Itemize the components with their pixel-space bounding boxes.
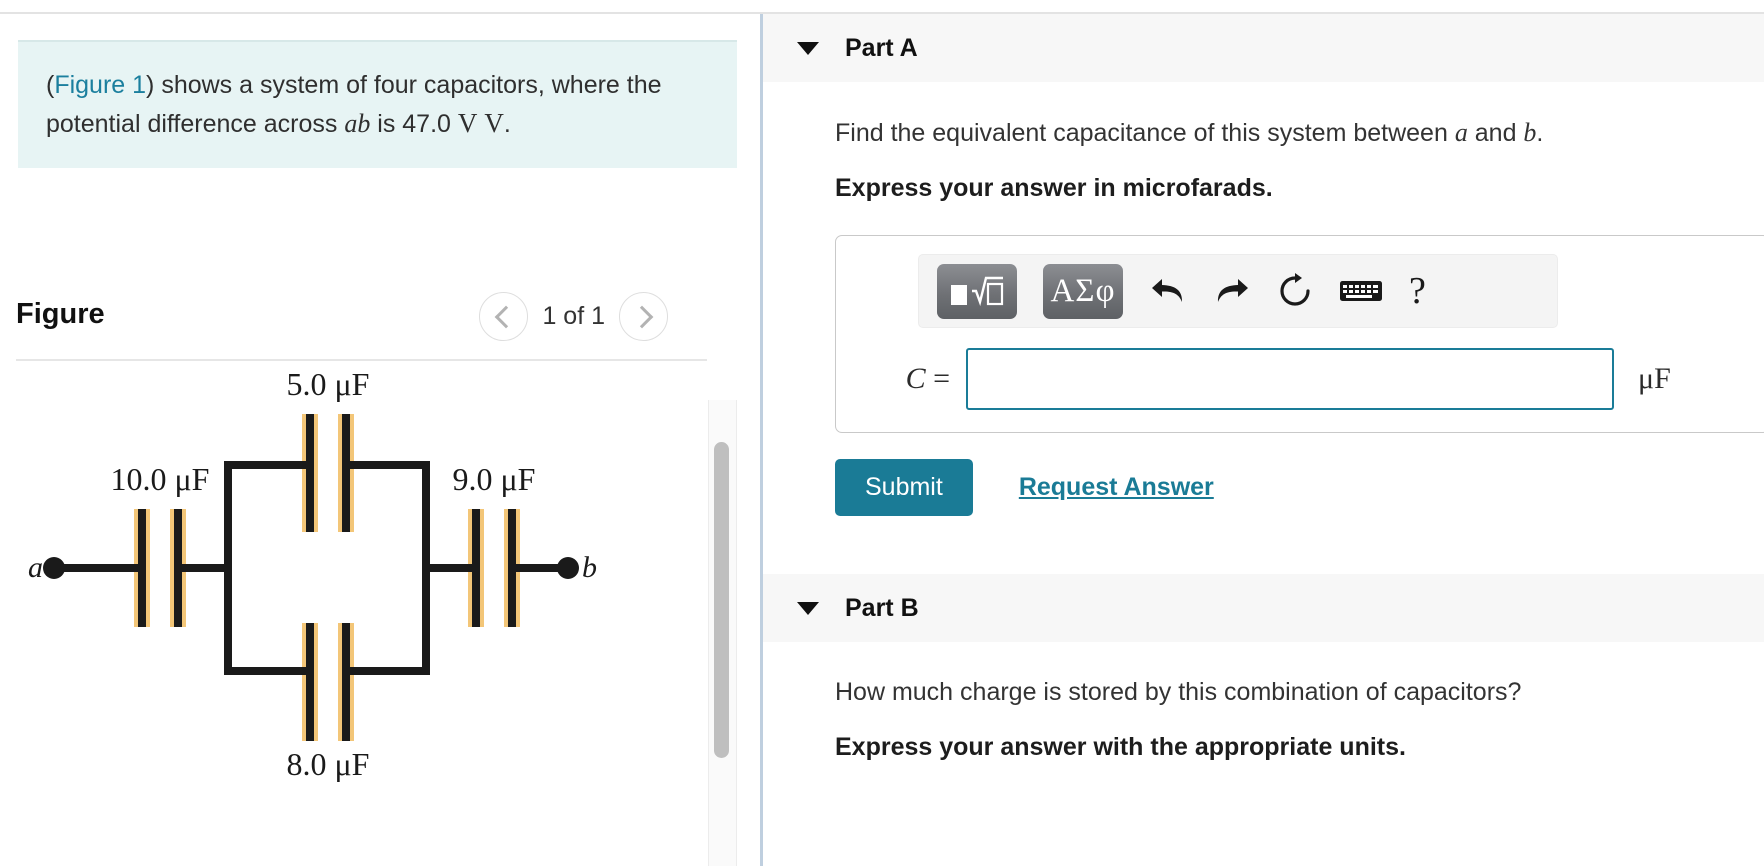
part-b-header[interactable]: Part B	[763, 574, 1764, 642]
capacitor-right-label: 9.0 μF	[453, 461, 536, 497]
part-b-instruction: Express your answer with the appropriate…	[835, 733, 1406, 761]
part-a-header[interactable]: Part A	[763, 14, 1764, 82]
problem-statement-box: (Figure 1) shows a system of four capaci…	[18, 40, 737, 169]
figure-title: Figure	[16, 298, 105, 330]
part-b-question: How much charge is stored by this combin…	[835, 678, 1522, 706]
terminal-a-dot	[43, 557, 65, 579]
part-a-instruction: Express your answer in microfarads.	[835, 174, 1273, 202]
variable-ab: ab	[344, 108, 371, 138]
figure-1-link[interactable]: Figure 1	[54, 71, 146, 99]
capacitor-bottom-label: 8.0 μF	[287, 746, 370, 782]
part-b-title: Part B	[845, 593, 919, 622]
variable-b: b	[1523, 118, 1537, 147]
unit-volts-2: V	[484, 107, 504, 138]
figure-pager: 1 of 1	[479, 292, 668, 341]
answer-input-row: C = μF	[858, 348, 1747, 410]
answer-input[interactable]	[966, 348, 1614, 410]
greek-symbols-button[interactable]: ΑΣφ	[1043, 263, 1123, 319]
part-b-section: Part B How much charge is stored by this…	[763, 574, 1764, 762]
undo-button[interactable]	[1149, 274, 1187, 308]
chevron-right-icon	[630, 305, 653, 328]
part-a-answer-box: ΑΣφ ? C = μF	[835, 235, 1764, 433]
problem-left-pane: (Figure 1) shows a system of four capaci…	[0, 14, 737, 866]
part-a-body: Find the equivalent capacitance of this …	[763, 118, 1764, 516]
math-template-button[interactable]	[937, 263, 1017, 319]
template-icon	[951, 276, 1004, 307]
answer-equals-sign: =	[933, 362, 950, 395]
greek-symbols-label: ΑΣφ	[1050, 272, 1116, 309]
part-a-question-end: .	[1536, 119, 1544, 147]
capacitor-left-label: 10.0 μF	[111, 461, 210, 497]
answer-unit-label: μF	[1638, 362, 1671, 395]
statement-period: .	[503, 109, 511, 138]
redo-icon	[1217, 279, 1248, 302]
terminal-a-label: a	[28, 551, 43, 584]
chevron-left-icon	[494, 305, 518, 328]
request-answer-link[interactable]: Request Answer	[1019, 473, 1214, 502]
caret-down-icon	[797, 601, 819, 615]
submit-button[interactable]: Submit	[835, 459, 973, 516]
terminal-b-dot	[557, 557, 579, 579]
problem-statement-text: (Figure 1) shows a system of four capaci…	[46, 68, 688, 142]
keyboard-button[interactable]	[1339, 276, 1383, 306]
capacitor-circuit-diagram: a b 5.0 μF 10.0 μF 9.0 μF 8.0 μF	[28, 366, 597, 782]
answer-right-pane: Part A Find the equivalent capacitance o…	[763, 14, 1764, 866]
part-a-title: Part A	[845, 33, 918, 62]
undo-icon	[1152, 279, 1183, 302]
math-toolbar: ΑΣφ ?	[918, 254, 1558, 328]
figure-viewport: a b 5.0 μF 10.0 μF 9.0 μF 8.0 μF	[16, 361, 707, 866]
answer-variable-c: C	[905, 362, 926, 395]
part-a-question: Find the equivalent capacitance of this …	[835, 118, 1764, 148]
terminal-b-label: b	[582, 551, 597, 584]
reset-button[interactable]	[1277, 273, 1313, 309]
figure-next-button[interactable]	[619, 292, 668, 341]
statement-part-2: is 47.0	[370, 109, 458, 138]
figure-page-label: 1 of 1	[542, 302, 605, 330]
part-a-question-pre: Find the equivalent capacitance of this …	[835, 119, 1455, 147]
variable-a: a	[1454, 118, 1468, 147]
part-a-question-mid: and	[1467, 119, 1524, 147]
caret-down-icon	[797, 41, 819, 55]
part-a-actions: Submit Request Answer	[835, 459, 1764, 516]
figure-prev-button[interactable]	[479, 292, 529, 341]
help-button[interactable]: ?	[1409, 269, 1426, 313]
figure-scrollbar-thumb[interactable]	[714, 442, 729, 758]
figure-header: Figure 1 of 1	[16, 286, 676, 358]
unit-volts-1: V	[457, 107, 478, 138]
redo-button[interactable]	[1213, 274, 1251, 308]
reset-icon	[1280, 273, 1310, 306]
problem-page: (Figure 1) shows a system of four capaci…	[0, 0, 1764, 866]
answer-variable-label: C =	[858, 362, 966, 396]
capacitor-top-label: 5.0 μF	[287, 366, 370, 402]
keyboard-icon	[1340, 281, 1382, 301]
part-b-body: How much charge is stored by this combin…	[763, 678, 1764, 762]
